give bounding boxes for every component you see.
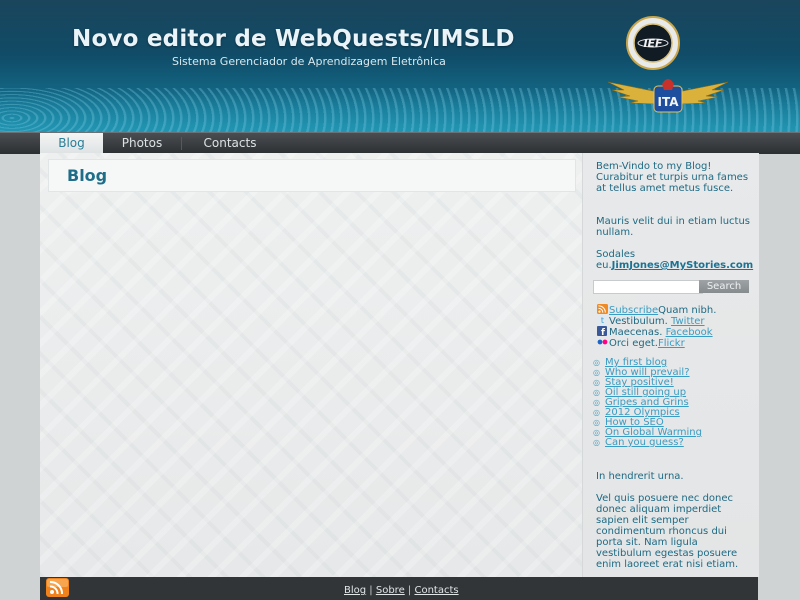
social-text: Orci eget. [609, 338, 658, 349]
ita-logo[interactable]: ITA [604, 76, 732, 116]
rss-feed-icon[interactable] [46, 578, 69, 597]
blog-heading-box: Blog [48, 159, 576, 192]
bullet-icon: ◎ [593, 398, 600, 407]
sidebar-paragraph: Mauris velit dui in etiam luctus nullam. [596, 216, 751, 238]
ita-logo-text: ITA [657, 95, 679, 109]
social-row-subscribe: SubscribeQuam nibh. [597, 304, 716, 316]
site-subtitle: Sistema Gerenciador de Aprendizagem Elet… [172, 55, 446, 68]
email-link[interactable]: JimJones@MyStories.com [612, 260, 753, 271]
ief-logo-text: IEF [643, 37, 663, 50]
social-row-twitter: t Vestibulum. Twitter [597, 315, 705, 327]
svg-text:f: f [601, 328, 605, 336]
main-nav: Blog Photos Contacts [0, 132, 800, 154]
facebook-icon: f [597, 326, 607, 336]
twitter-icon: t [597, 315, 608, 325]
site-title: Novo editor de WebQuests/IMSLD [72, 26, 515, 52]
list-item: ◎ Can you guess? [593, 438, 702, 448]
sidebar: Bem-Vindo to my Blog! Curabitur et turpi… [582, 153, 759, 577]
footer-link-sobre[interactable]: Sobre [376, 585, 405, 596]
search-input[interactable] [593, 280, 703, 294]
hendrerit-text: In hendrerit urna. [596, 471, 684, 482]
flickr-icon [597, 339, 608, 345]
bullet-icon: ◎ [593, 438, 600, 447]
social-row-facebook: f Maecenas. Facebook [597, 326, 713, 338]
tab-contacts[interactable]: Contacts [182, 133, 278, 154]
search-button[interactable]: Search [699, 280, 749, 293]
bullet-icon: ◎ [593, 428, 600, 437]
bullet-icon: ◎ [593, 368, 600, 377]
footer-separator: | [407, 585, 412, 596]
bullet-icon: ◎ [593, 388, 600, 397]
rss-icon [597, 304, 608, 314]
social-row-flickr: Orci eget.Flickr [597, 337, 685, 349]
bullet-icon: ◎ [593, 358, 600, 367]
bullet-icon: ◎ [593, 408, 600, 417]
blog-post-link[interactable]: Can you guess? [605, 437, 684, 448]
footer-link-blog[interactable]: Blog [344, 585, 366, 596]
footer-link-contacts[interactable]: Contacts [414, 585, 458, 596]
sodales-text: Sodales eu.JimJones@MyStories.com [596, 249, 754, 271]
welcome-text: Bem-Vindo to my Blog! Curabitur et turpi… [596, 161, 749, 194]
bullet-icon: ◎ [593, 378, 600, 387]
blog-post-list: ◎ My first blog ◎ Who will prevail? ◎ Stay … [593, 358, 702, 448]
tab-photos[interactable]: Photos [104, 133, 180, 154]
site-header: Novo editor de WebQuests/IMSLD Sistema G… [0, 0, 800, 132]
tab-blog[interactable]: Blog [40, 133, 103, 154]
bullet-icon: ◎ [593, 418, 600, 427]
sidebar-last-paragraph: Vel quis posuere nec donec donec aliquam… [596, 493, 739, 570]
flickr-link[interactable]: Flickr [658, 338, 685, 349]
svg-text:t: t [601, 316, 604, 325]
ief-logo[interactable]: IEF [626, 16, 680, 70]
footer-separator: | [369, 585, 373, 596]
page-title: Blog [67, 166, 108, 185]
footer-links: Blog | Sobre | Contacts [344, 585, 459, 596]
site-footer: Blog | Sobre | Contacts [40, 577, 758, 600]
